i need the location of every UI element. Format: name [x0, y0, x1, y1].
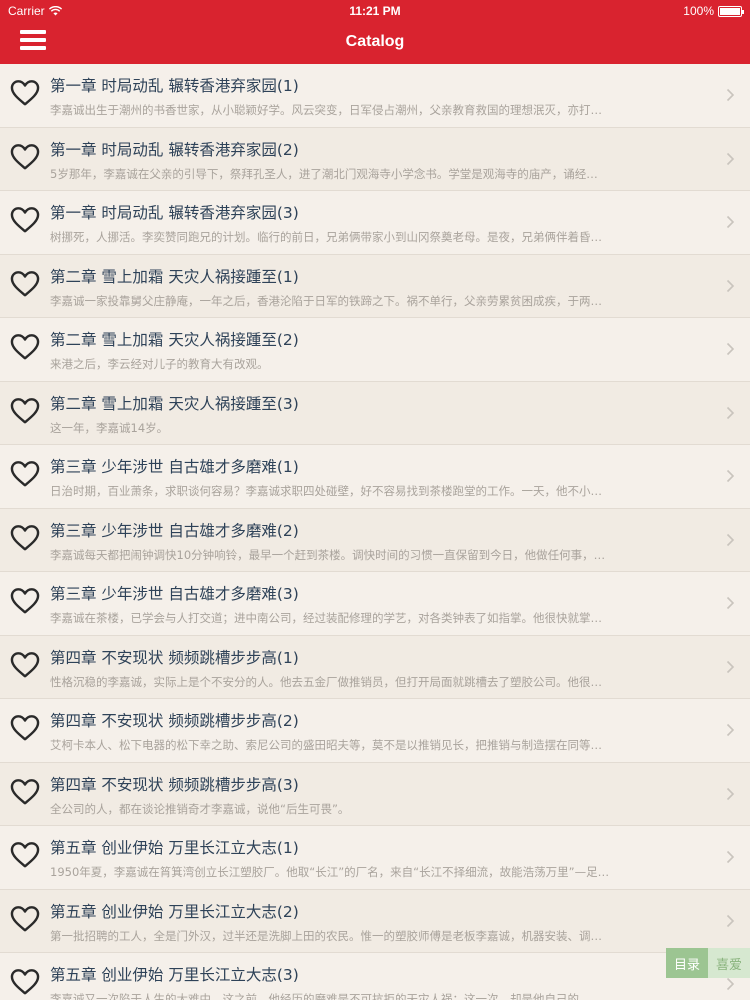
heart-icon[interactable]	[10, 270, 40, 298]
chevron-right-icon	[726, 660, 735, 673]
chapter-row[interactable]: 第四章 不安现状 频频跳槽步步高(1) 性格沉稳的李嘉诚，实际上是个不安分的人。他…	[0, 635, 750, 699]
heart-icon[interactable]	[10, 206, 40, 234]
chapter-row[interactable]: 第五章 创业伊始 万里长江立大志(1) 1950年夏，李嘉诚在筲箕湾创立长江塑胶厂…	[0, 826, 750, 890]
chapter-summary: 李嘉诚又一次陷于人生的大难中。这之前，他经历的磨难是不可抗拒的天灾人祸；这一次，…	[50, 992, 591, 1000]
chapter-summary: 第一批招聘的工人，全是门外汉，过半还是洗脚上田的农民。惟一的塑胶师傅是老板李嘉诚…	[50, 928, 602, 943]
chapter-row[interactable]: 第三章 少年涉世 自古雄才多磨难(2) 李嘉诚每天都把闹钟调快10分钟响铃，最早一…	[0, 508, 750, 572]
heart-icon[interactable]	[10, 460, 40, 488]
chapter-row[interactable]: 第五章 创业伊始 万里长江立大志(2) 第一批招聘的工人，全是门外汉，过半还是洗脚…	[0, 889, 750, 953]
chapter-title: 第四章 不安现状 频频跳槽步步高(3)	[50, 775, 299, 794]
chapter-title: 第一章 时局动乱 辗转香港弃家园(3)	[50, 204, 299, 222]
chapter-summary: 5岁那年，李嘉诚在父亲的引导下，祭拜孔圣人，进了潮北门观海寺小学念书。学堂是观海…	[50, 166, 598, 181]
chapter-summary: 全公司的人，都在谈论推销奇才李嘉诚，说他“后生可畏”。	[50, 801, 350, 816]
chapter-row[interactable]: 第一章 时局动乱 辗转香港弃家园(1) 李嘉诚出生于潮州的书香世家，从小聪颖好学。…	[0, 64, 750, 128]
favorites-tab[interactable]: 喜爱	[708, 948, 750, 978]
chevron-right-icon	[726, 533, 735, 546]
chevron-right-icon	[726, 914, 735, 927]
chapter-title: 第二章 雪上加霜 天灾人祸接踵至(2)	[50, 331, 299, 349]
chapter-summary: 性格沉稳的李嘉诚，实际上是个不安分的人。他去五金厂做推销员，但打开局面就跳槽去了…	[50, 674, 602, 689]
chapter-row[interactable]: 第二章 雪上加霜 天灾人祸接踵至(1) 李嘉诚一家投靠舅父庄静庵，一年之后，香港沦…	[0, 254, 750, 318]
heart-icon[interactable]	[10, 143, 40, 171]
chapter-row[interactable]: 第五章 创业伊始 万里长江立大志(3) 李嘉诚又一次陷于人生的大难中。这之前，他经…	[0, 953, 750, 1000]
chapter-row[interactable]: 第三章 少年涉世 自古雄才多磨难(3) 李嘉诚在茶楼，已学会与人打交道；进中南公司…	[0, 572, 750, 636]
bottom-tab-bar: 目录 喜爱	[666, 948, 750, 978]
heart-icon[interactable]	[10, 651, 40, 679]
chapter-summary: 来港之后，李云经对儿子的教育大有改观。	[50, 357, 269, 371]
battery-icon	[718, 5, 744, 17]
chapter-title: 第四章 不安现状 频频跳槽步步高(1)	[50, 648, 299, 667]
chapter-summary: 李嘉诚出生于潮州的书香世家，从小聪颖好学。风云突变，日军侵占潮州，父亲教育救国的…	[50, 103, 602, 117]
heart-icon[interactable]	[10, 79, 40, 107]
chapter-row[interactable]: 第二章 雪上加霜 天灾人祸接踵至(2) 来港之后，李云经对儿子的教育大有改观。	[0, 318, 750, 382]
chapter-summary: 李嘉诚一家投靠舅父庄静庵，一年之后，香港沦陷于日军的铁蹄之下。祸不单行，父亲劳累…	[50, 293, 602, 308]
heart-icon[interactable]	[10, 905, 40, 933]
chapter-title: 第五章 创业伊始 万里长江立大志(2)	[50, 902, 299, 921]
chapter-summary: 1950年夏，李嘉诚在筲箕湾创立长江塑胶厂。他取“长江”的厂名，来自“长江不择细…	[50, 865, 610, 879]
status-time: 11:21 PM	[349, 4, 401, 18]
chapter-title: 第二章 雪上加霜 天灾人祸接踵至(3)	[50, 394, 299, 413]
navigation-bar: Catalog	[0, 22, 750, 64]
heart-icon[interactable]	[10, 333, 40, 361]
chevron-right-icon	[726, 850, 735, 864]
chevron-right-icon	[726, 88, 735, 102]
chapter-summary: 艾柯卡本人、松下电器的松下幸之助、索尼公司的盛田昭夫等，莫不是以推销见长，把推销…	[50, 738, 602, 752]
chevron-right-icon	[726, 342, 735, 356]
chapter-row[interactable]: 第一章 时局动乱 辗转香港弃家园(3) 树挪死，人挪活。李奕赞同跑兄的计划。临行的…	[0, 191, 750, 255]
status-bar: Carrier 11:21 PM 100%	[0, 0, 750, 22]
battery-percent: 100%	[683, 4, 714, 18]
chapter-summary: 李嘉诚在茶楼，已学会与人打交道；进中南公司，经过装配修理的学艺，对各类钟表了如指…	[50, 611, 602, 625]
chapter-title: 第五章 创业伊始 万里长江立大志(1)	[50, 839, 299, 857]
chapter-row[interactable]: 第二章 雪上加霜 天灾人祸接踵至(3) 这一年，李嘉诚14岁。	[0, 381, 750, 445]
chapter-row[interactable]: 第四章 不安现状 频频跳槽步步高(3) 全公司的人，都在谈论推销奇才李嘉诚，说他“…	[0, 762, 750, 826]
chapter-list: 第一章 时局动乱 辗转香港弃家园(1) 李嘉诚出生于潮州的书香世家，从小聪颖好学。…	[0, 64, 750, 1000]
chevron-right-icon	[726, 596, 735, 610]
heart-icon[interactable]	[10, 587, 40, 615]
chapter-row[interactable]: 第四章 不安现状 频频跳槽步步高(2) 艾柯卡本人、松下电器的松下幸之助、索尼公司…	[0, 699, 750, 763]
catalog-tab[interactable]: 目录	[666, 948, 708, 978]
heart-icon[interactable]	[10, 397, 40, 425]
chapter-summary: 树挪死，人挪活。李奕赞同跑兄的计划。临行的前日，兄弟俩带家小到山冈祭奠老母。是夜…	[50, 230, 602, 244]
heart-icon[interactable]	[10, 778, 40, 806]
chapter-row[interactable]: 第三章 少年涉世 自古雄才多磨难(1) 日治时期，百业萧条，求职谈何容易？李嘉诚求…	[0, 445, 750, 509]
battery-indicator: 100%	[683, 4, 744, 18]
chapter-title: 第三章 少年涉世 自古雄才多磨难(1)	[50, 458, 299, 476]
heart-icon[interactable]	[10, 841, 40, 869]
chevron-right-icon	[726, 406, 735, 419]
heart-icon[interactable]	[10, 714, 40, 742]
chapter-title: 第二章 雪上加霜 天灾人祸接踵至(1)	[50, 267, 299, 286]
heart-icon[interactable]	[10, 968, 40, 996]
chevron-right-icon	[726, 152, 735, 165]
chevron-right-icon	[726, 977, 735, 991]
chapter-title: 第三章 少年涉世 自古雄才多磨难(3)	[50, 585, 299, 603]
chapter-title: 第一章 时局动乱 辗转香港弃家园(2)	[50, 140, 299, 159]
chapter-title: 第五章 创业伊始 万里长江立大志(3)	[50, 966, 299, 984]
chapter-summary: 这一年，李嘉诚14岁。	[50, 420, 169, 435]
chapter-summary: 李嘉诚每天都把闹钟调快10分钟响铃，最早一个赶到茶楼。调快时间的习惯一直保留到今…	[50, 547, 606, 562]
chapter-row[interactable]: 第一章 时局动乱 辗转香港弃家园(2) 5岁那年，李嘉诚在父亲的引导下，祭拜孔圣人…	[0, 127, 750, 191]
chevron-right-icon	[726, 279, 735, 292]
chevron-right-icon	[726, 215, 735, 229]
chapter-title: 第三章 少年涉世 自古雄才多磨难(2)	[50, 521, 299, 540]
page-title: Catalog	[345, 33, 405, 50]
chevron-right-icon	[726, 723, 735, 737]
chapter-title: 第四章 不安现状 频频跳槽步步高(2)	[50, 712, 299, 730]
chapter-title: 第一章 时局动乱 辗转香港弃家园(1)	[50, 77, 299, 95]
chevron-right-icon	[726, 469, 735, 483]
heart-icon[interactable]	[10, 524, 40, 552]
chevron-right-icon	[726, 787, 735, 800]
chapter-summary: 日治时期，百业萧条，求职谈何容易？李嘉诚求职四处碰壁，好不容易找到茶楼跑堂的工作…	[50, 484, 602, 498]
